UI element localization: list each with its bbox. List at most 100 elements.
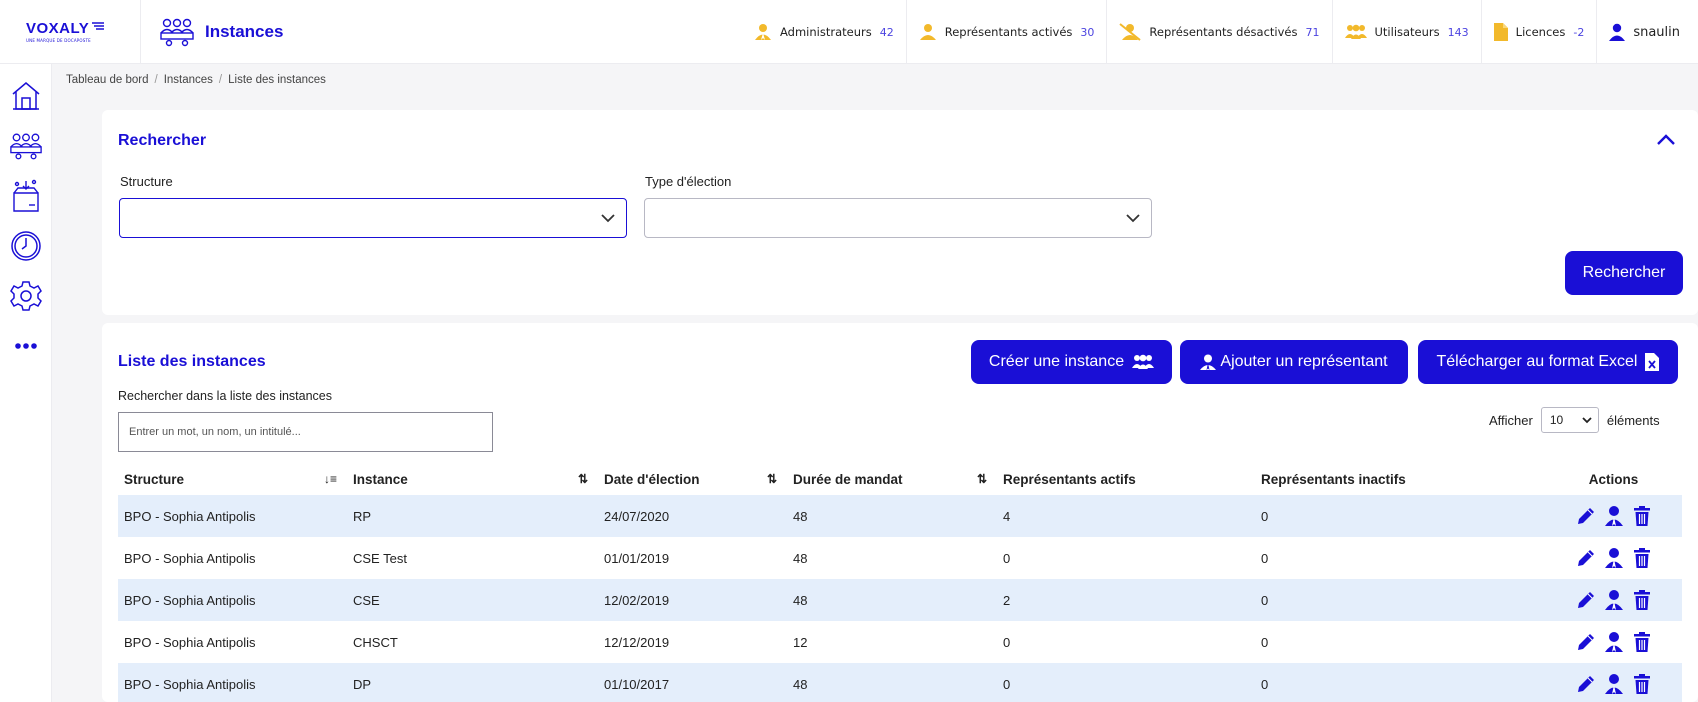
search-button[interactable]: Rechercher [1565, 251, 1683, 295]
edit-icon[interactable] [1575, 631, 1597, 653]
edit-icon[interactable] [1575, 547, 1597, 569]
representative-icon[interactable] [1603, 673, 1625, 695]
sidebar [0, 64, 52, 702]
edit-icon[interactable] [1575, 673, 1597, 695]
users-icon [1132, 354, 1155, 369]
user-menu[interactable]: snaulin [1596, 0, 1698, 64]
top-bar: VOXALY UNE MARQUE DE DOCAPOSTE Instances… [0, 0, 1698, 64]
structure-select[interactable] [119, 198, 627, 238]
instances-list-panel: Liste des instances Créer une instance A… [102, 323, 1698, 702]
breadcrumb-item-dashboard[interactable]: Tableau de bord [66, 74, 148, 86]
stat-representants-actives[interactable]: Représentants activés 30 [905, 0, 1107, 64]
user-slash-icon [1119, 23, 1142, 41]
sidebar-item-elections[interactable] [8, 178, 44, 214]
trash-icon[interactable] [1631, 505, 1653, 527]
col-header-inactive-reps: Représentants inactifs [1261, 471, 1406, 487]
stat-count: -2 [1573, 25, 1585, 39]
edit-icon[interactable] [1575, 505, 1597, 527]
edit-icon[interactable] [1575, 589, 1597, 611]
create-instance-button[interactable]: Créer une instance [971, 340, 1172, 384]
cell-inactive-reps: 0 [1255, 579, 1545, 621]
stats-bar: Administrateurs 42 Représentants activés… [742, 0, 1698, 64]
representative-icon[interactable] [1603, 631, 1625, 653]
trash-icon[interactable] [1631, 673, 1653, 695]
representative-icon[interactable] [1603, 505, 1625, 527]
cell-inactive-reps: 0 [1261, 634, 1269, 650]
trash-icon[interactable] [1631, 631, 1653, 653]
user-icon [919, 24, 936, 40]
cell-active-reps: 0 [1003, 550, 1011, 566]
page-length-value: 10 [1549, 413, 1564, 427]
brand-logo[interactable]: VOXALY UNE MARQUE DE DOCAPOSTE [0, 0, 141, 64]
page-title: Instances [205, 21, 284, 41]
stat-count: 42 [879, 25, 894, 39]
chevron-down-icon [601, 214, 615, 223]
stat-utilisateurs[interactable]: Utilisateurs 143 [1331, 0, 1481, 64]
stat-administrateurs[interactable]: Administrateurs 42 [742, 0, 906, 64]
download-excel-label: Télécharger au format Excel [1436, 353, 1638, 370]
sort-icon[interactable]: ⇅ [767, 472, 777, 486]
cell-actions [1545, 621, 1682, 663]
breadcrumb-item-current: Liste des instances [228, 74, 326, 86]
page-length-select[interactable]: 10 [1540, 407, 1599, 433]
col-header-structure[interactable]: Structure ↓≡ [118, 463, 347, 495]
representative-icon[interactable] [1603, 589, 1625, 611]
search-panel: Rechercher Structure Type d'élection Rec… [102, 110, 1698, 315]
cell-date: 12/12/2019 [604, 634, 670, 650]
download-excel-button[interactable]: Télécharger au format Excel [1418, 340, 1678, 384]
brand-mark-icon [92, 21, 105, 30]
cell-duration: 48 [787, 495, 997, 537]
list-search-input[interactable]: Entrer un mot, un nom, un intitulé... [118, 412, 493, 452]
file-excel-icon [1645, 353, 1660, 371]
cell-date: 01/10/2017 [598, 663, 787, 702]
cell-actions [1545, 537, 1682, 579]
sidebar-item-more[interactable] [8, 328, 44, 364]
representative-icon[interactable] [1603, 547, 1625, 569]
table-row: BPO - Sophia Antipolis CSE 12/02/2019 48 2 0 [118, 579, 1682, 621]
cell-date: 01/01/2019 [604, 550, 670, 566]
table-row: BPO - Sophia Antipolis CSE Test 01/01/2019… [118, 537, 1682, 579]
sidebar-item-home[interactable] [8, 78, 44, 114]
stat-representants-desactives[interactable]: Représentants désactivés 71 [1106, 0, 1331, 64]
breadcrumb-item-instances[interactable]: Instances [164, 74, 213, 86]
add-representative-button[interactable]: Ajouter un représentant [1180, 340, 1408, 384]
sidebar-item-settings[interactable] [8, 278, 44, 314]
cell-actions [1545, 579, 1682, 621]
sort-icon[interactable]: ⇅ [578, 472, 588, 486]
col-header-instance[interactable]: Instance ⇅ [347, 463, 598, 495]
page-length-control: Afficher 10 éléments [1489, 407, 1660, 433]
cell-structure: BPO - Sophia Antipolis [118, 579, 347, 621]
cell-duration: 12 [793, 634, 808, 650]
trash-icon[interactable] [1631, 589, 1653, 611]
more-icon [14, 343, 37, 349]
table-header-row: Structure ↓≡ Instance ⇅ Date d'élection ⇅ D… [118, 463, 1682, 495]
chevron-down-icon [1582, 416, 1592, 423]
cell-inactive-reps: 0 [1261, 550, 1269, 566]
election-type-select[interactable] [644, 198, 1152, 238]
page-length-suffix: éléments [1606, 412, 1660, 428]
stat-licences[interactable]: Licences -2 [1480, 0, 1597, 64]
home-icon [12, 82, 39, 110]
cell-instance: CHSCT [353, 634, 398, 650]
table-row: BPO - Sophia Antipolis CHSCT 12/12/2019 12 0… [118, 621, 1682, 663]
sidebar-item-instances[interactable] [8, 128, 44, 164]
cell-actions [1545, 663, 1682, 702]
sort-icon[interactable]: ⇅ [977, 472, 987, 486]
sort-asc-icon[interactable]: ↓≡ [324, 472, 337, 486]
trash-icon[interactable] [1631, 547, 1653, 569]
col-header-active-reps: Représentants actifs [1003, 471, 1136, 487]
list-title: Liste des instances [118, 353, 266, 370]
stat-label: Utilisateurs [1374, 25, 1440, 39]
chevron-down-icon [1126, 214, 1140, 223]
cell-duration: 48 [787, 663, 997, 702]
add-representative-label: Ajouter un représentant [1220, 353, 1388, 370]
table-row: BPO - Sophia Antipolis DP 01/10/2017 48 0 0 [118, 663, 1682, 702]
col-header-date[interactable]: Date d'élection ⇅ [598, 463, 787, 495]
chevron-up-icon[interactable] [1656, 134, 1676, 146]
cell-duration: 48 [787, 579, 997, 621]
sidebar-item-history[interactable] [8, 228, 44, 264]
cell-instance: CSE [347, 579, 598, 621]
cell-duration: 48 [793, 550, 808, 566]
col-header-duration[interactable]: Durée de mandat ⇅ [787, 463, 997, 495]
page-length-label: Afficher [1489, 412, 1533, 428]
